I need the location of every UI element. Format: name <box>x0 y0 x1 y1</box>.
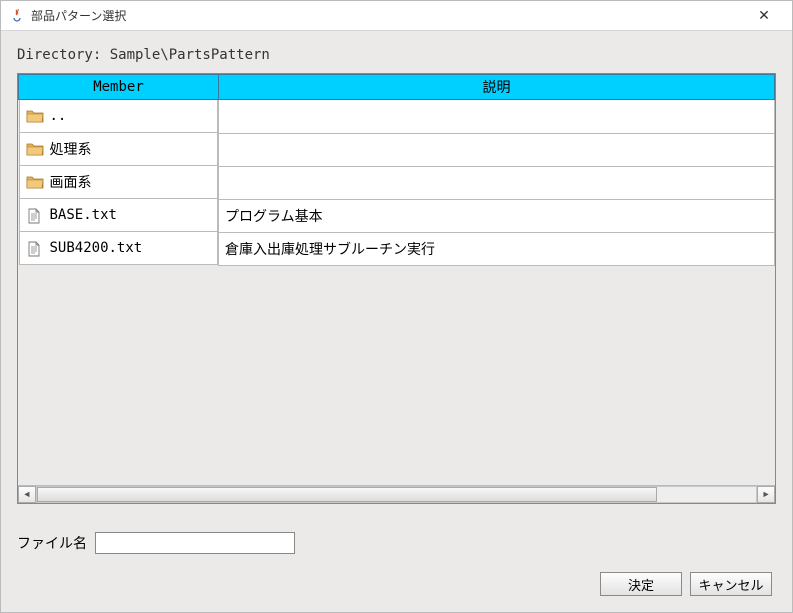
filename-input[interactable] <box>95 532 295 554</box>
scroll-thumb[interactable] <box>37 487 657 502</box>
table-row[interactable]: 処理系 <box>19 133 775 166</box>
member-cell[interactable]: 画面系 <box>19 166 219 199</box>
scroll-right-button[interactable]: ► <box>757 486 775 503</box>
titlebar: 部品パターン選択 ✕ <box>1 1 792 31</box>
folder-icon <box>26 142 44 156</box>
table-row[interactable]: BASE.txt プログラム基本 <box>19 199 775 232</box>
description-cell[interactable] <box>219 133 775 166</box>
description-cell[interactable]: プログラム基本 <box>219 199 775 232</box>
cancel-button[interactable]: キャンセル <box>690 572 772 596</box>
file-icon <box>26 208 44 222</box>
member-cell[interactable]: .. <box>19 100 219 133</box>
dialog-window: 部品パターン選択 ✕ Directory: Sample\PartsPatter… <box>0 0 793 613</box>
description-text: 倉庫入出庫処理サブルーチン実行 <box>225 242 435 258</box>
content-area: Directory: Sample\PartsPattern Member 説明… <box>1 31 792 612</box>
description-text: プログラム基本 <box>225 209 323 225</box>
folder-icon <box>26 175 44 189</box>
member-cell[interactable]: SUB4200.txt <box>19 232 219 265</box>
description-cell[interactable] <box>219 100 775 134</box>
column-header-member[interactable]: Member <box>19 75 219 100</box>
member-cell[interactable]: 処理系 <box>19 133 219 166</box>
member-name: SUB4200.txt <box>50 240 143 256</box>
java-icon <box>9 8 25 24</box>
description-cell[interactable]: 倉庫入出庫処理サブルーチン実行 <box>219 232 775 265</box>
table-row[interactable]: SUB4200.txt 倉庫入出庫処理サブルーチン実行 <box>19 232 775 265</box>
column-header-description[interactable]: 説明 <box>219 75 775 100</box>
filename-label: ファイル名 <box>17 533 87 553</box>
directory-label: Directory: Sample\PartsPattern <box>17 47 776 63</box>
scroll-track[interactable] <box>36 486 757 503</box>
table-row[interactable]: 画面系 <box>19 166 775 199</box>
member-name: 処理系 <box>50 139 92 159</box>
file-table-container: Member 説明 .. 処理系画面系 BASE.txt プログラム基本 SUB4200… <box>17 73 776 504</box>
file-table-scroll: Member 説明 .. 処理系画面系 BASE.txt プログラム基本 SUB4200… <box>18 74 775 485</box>
member-name: 画面系 <box>50 172 92 192</box>
description-cell[interactable] <box>219 166 775 199</box>
ok-button[interactable]: 決定 <box>600 572 682 596</box>
folder-icon <box>26 109 44 123</box>
file-icon <box>26 241 44 255</box>
button-row: 決定 キャンセル <box>17 572 776 596</box>
window-title: 部品パターン選択 <box>31 7 744 24</box>
member-cell[interactable]: BASE.txt <box>19 199 219 232</box>
close-button[interactable]: ✕ <box>744 2 784 30</box>
member-name: .. <box>50 108 67 124</box>
filename-row: ファイル名 <box>17 532 776 554</box>
file-table: Member 説明 .. 処理系画面系 BASE.txt プログラム基本 SUB4200… <box>18 74 775 266</box>
horizontal-scrollbar[interactable]: ◄ ► <box>18 485 775 503</box>
scroll-left-button[interactable]: ◄ <box>18 486 36 503</box>
member-name: BASE.txt <box>50 207 117 223</box>
table-row[interactable]: .. <box>19 100 775 134</box>
